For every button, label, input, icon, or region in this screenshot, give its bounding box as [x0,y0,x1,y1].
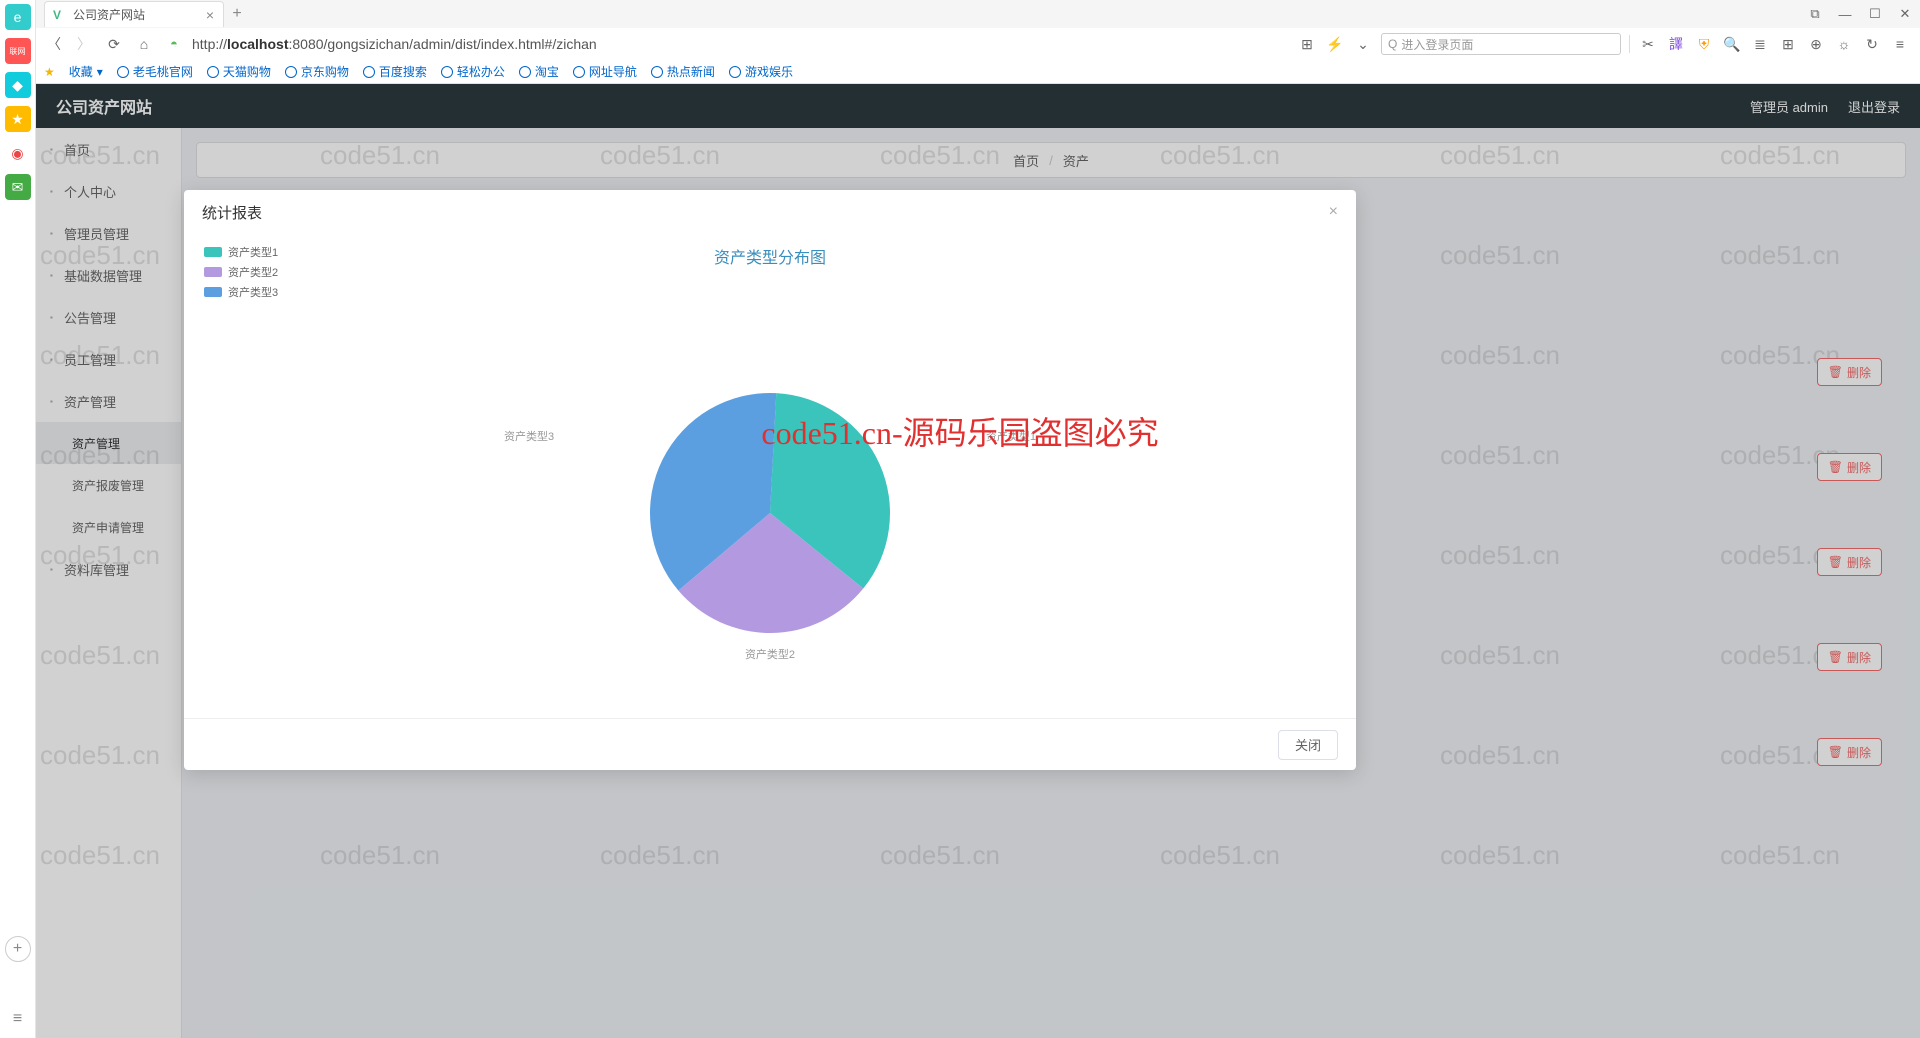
os-app-icon-6[interactable]: ✉ [5,174,31,200]
window-minimize-button[interactable]: — [1830,0,1860,28]
nav-bar: 〈 〉 ⟳ ⌂ ◓ http://localhost:8080/gongsizi… [0,28,1920,60]
chevron-down-icon[interactable]: ⌄ [1353,34,1373,54]
bookmark-item[interactable]: 京东购物 [285,63,349,80]
bookmark-bar: ★ 收藏 ▾ 老毛桃官网 天猫购物 京东购物 百度搜索 轻松办公 淘宝 网址导航… [0,60,1920,84]
legend-item[interactable]: 资产类型1 [204,244,278,260]
shield-icon: ◓ [170,36,186,52]
bookmark-item[interactable]: 热点新闻 [651,63,715,80]
bookmark-item[interactable]: 收藏 ▾ [69,63,103,80]
modal-close-icon[interactable]: × [1329,203,1338,221]
nav-reload-button[interactable]: ⟳ [104,34,124,54]
chart-legend: 资产类型1 资产类型2 资产类型3 [204,244,278,304]
os-menu-button[interactable]: ≡ [13,1010,22,1028]
pie-label: 资产类型3 [504,428,554,444]
watermark-red-text: code51.cn-源码乐园盗图必究 [761,408,1158,454]
search-icon: Q [1388,37,1397,51]
bookmark-item[interactable]: 淘宝 [519,63,559,80]
window-maximize-button[interactable]: ☐ [1860,0,1890,28]
chart-title: 资产类型分布图 [204,244,1336,268]
gear-icon[interactable]: ☼ [1834,34,1854,54]
os-app-icon-1[interactable]: e [5,4,31,30]
os-app-icon-3[interactable]: ◆ [5,72,31,98]
hamburger-icon[interactable]: ≡ [1890,34,1910,54]
modal-dialog: 统计报表 × 资产类型1 资产类型2 资产类型3 资产类型分布图 资产类型1 资… [184,190,1356,770]
tab-title: 公司资产网站 [73,6,145,23]
bookmark-item[interactable]: 游戏娱乐 [729,63,793,80]
legend-item[interactable]: 资产类型3 [204,284,278,300]
bookmark-item[interactable]: 百度搜索 [363,63,427,80]
favorites-star-icon[interactable]: ★ [44,65,55,79]
list-icon[interactable]: ≣ [1750,34,1770,54]
grid-icon[interactable]: ⊞ [1778,34,1798,54]
modal-title: 统计报表 [202,202,262,223]
nav-forward-button[interactable]: 〉 [74,34,94,54]
os-app-icon-2[interactable]: 联网 [5,38,31,64]
globe-icon[interactable]: ⊕ [1806,34,1826,54]
bookmark-item[interactable]: 老毛桃官网 [117,63,193,80]
browser-search-input[interactable]: Q 进入登录页面 [1381,33,1621,55]
window-overlay-icon[interactable]: ⧉ [1800,0,1830,28]
scissors-icon[interactable]: ✂ [1638,34,1658,54]
tab-close-icon[interactable]: × [203,8,217,22]
tab-bar: ➤ V 公司资产网站 × + ⧉ — ☐ ✕ [0,0,1920,28]
search-placeholder: 进入登录页面 [1401,36,1473,53]
modal-header: 统计报表 × [184,190,1356,234]
nav-back-button[interactable]: 〈 [44,34,64,54]
os-sidebar: e 联网 ◆ ★ ◉ ✉ + ≡ [0,0,36,1038]
legend-item[interactable]: 资产类型2 [204,264,278,280]
restore-icon[interactable]: ↻ [1862,34,1882,54]
os-app-icon-5[interactable]: ◉ [5,140,31,166]
modal-footer: 关闭 [184,718,1356,770]
search2-icon[interactable]: 🔍 [1722,34,1742,54]
bookmark-item[interactable]: 天猫购物 [207,63,271,80]
new-tab-button[interactable]: + [224,1,250,27]
modal-close-button[interactable]: 关闭 [1278,730,1338,760]
os-add-button[interactable]: + [5,936,31,962]
modal-body: 资产类型1 资产类型2 资产类型3 资产类型分布图 资产类型1 资产类型2 资产… [184,234,1356,718]
bookmark-item[interactable]: 轻松办公 [441,63,505,80]
flash-icon[interactable]: ⚡ [1325,34,1345,54]
security-shield-icon[interactable]: ⛨ [1694,34,1714,54]
bookmark-item[interactable]: 网址导航 [573,63,637,80]
browser-chrome: ➤ V 公司资产网站 × + ⧉ — ☐ ✕ 〈 〉 ⟳ ⌂ ◓ http://… [0,0,1920,85]
favicon-vue-icon: V [53,8,67,22]
qr-icon[interactable]: ⊞ [1297,34,1317,54]
nav-home-button[interactable]: ⌂ [134,34,154,54]
url-bar[interactable]: ◓ http://localhost:8080/gongsizichan/adm… [164,32,824,56]
pie-label: 资产类型2 [745,646,795,662]
url-text: http://localhost:8080/gongsizichan/admin… [192,36,597,52]
browser-tab[interactable]: V 公司资产网站 × [44,1,224,27]
os-app-icon-4[interactable]: ★ [5,106,31,132]
window-close-button[interactable]: ✕ [1890,0,1920,28]
translate-icon[interactable]: 譯 [1666,34,1686,54]
